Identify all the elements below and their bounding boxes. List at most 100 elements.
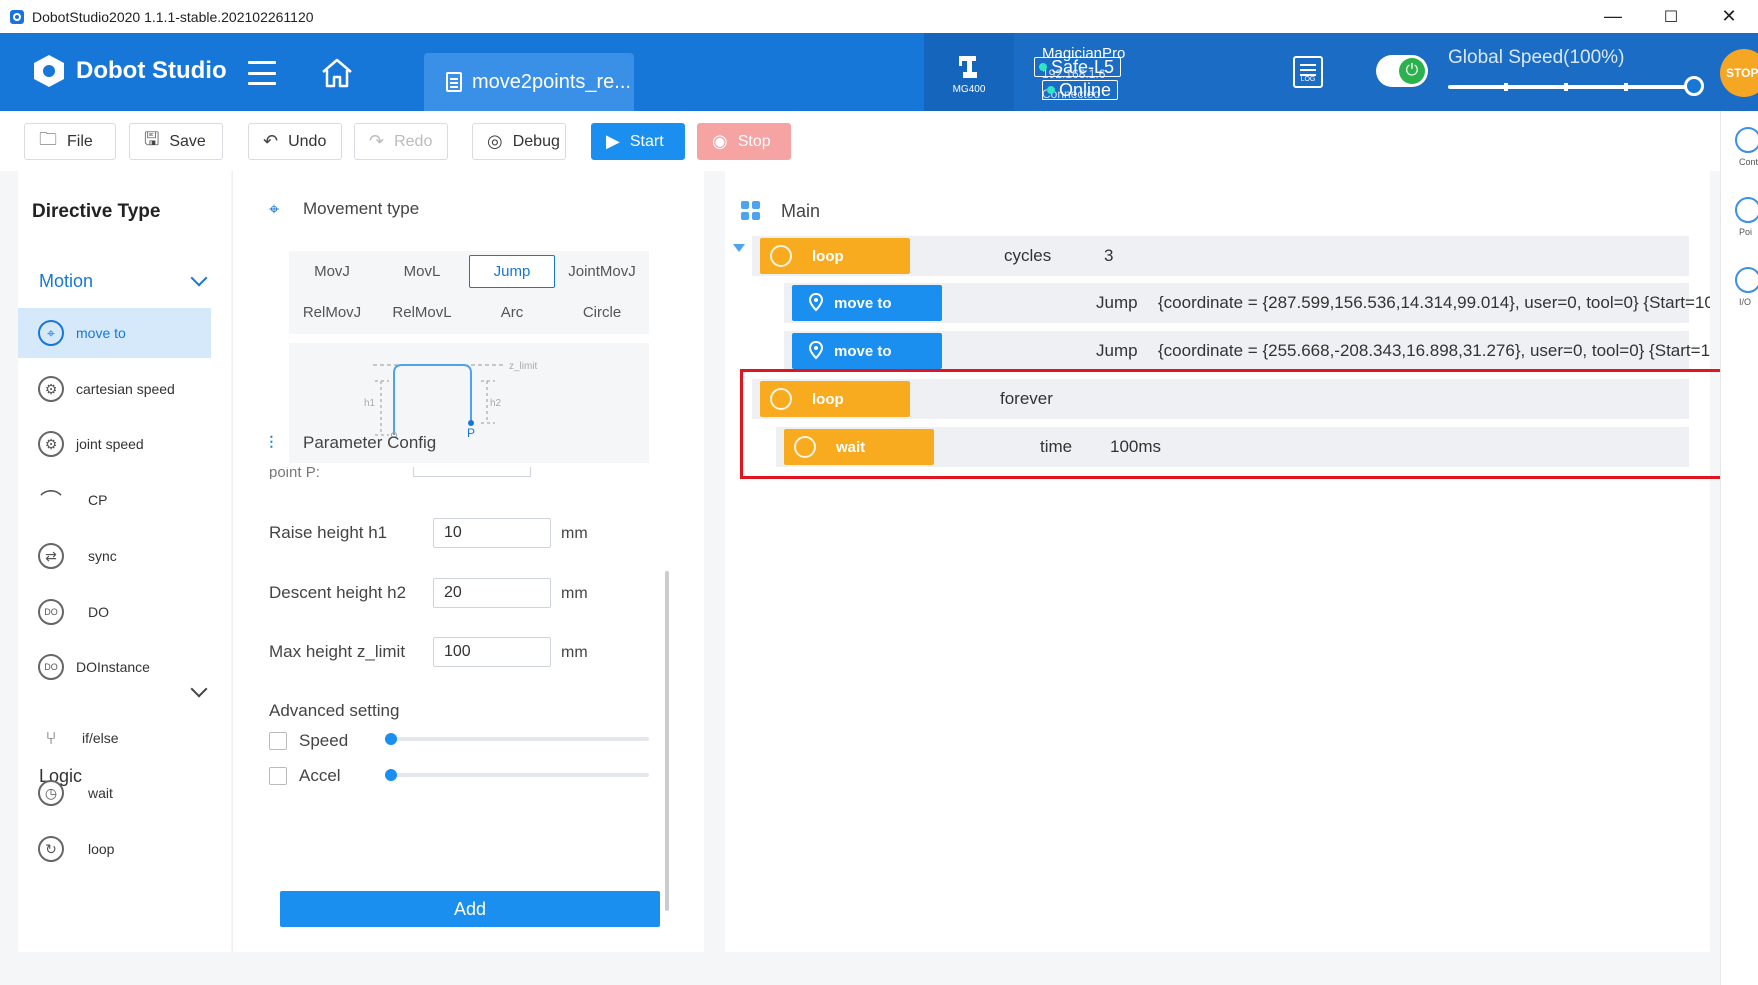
- control-panel-icon[interactable]: [1735, 127, 1758, 153]
- directive-doinstance[interactable]: DO DOInstance: [18, 642, 211, 692]
- directive-joint-speed[interactable]: ⚙ joint speed: [18, 419, 211, 469]
- program-block-loop[interactable]: loop cycles 3: [752, 236, 1689, 276]
- home-icon[interactable]: [320, 57, 354, 89]
- directive-do[interactable]: DO DO: [18, 587, 211, 637]
- point-label-clipped: point P:: [269, 467, 320, 479]
- directive-cartesian-speed[interactable]: ⚙ cartesian speed: [18, 364, 211, 414]
- robot-status-panel[interactable]: MG400 MagicianPro 192.168.1.6 Connected …: [924, 33, 1258, 111]
- add-button[interactable]: Add: [280, 891, 660, 927]
- wait-block-label[interactable]: wait: [784, 429, 934, 465]
- sync-icon: ⇄: [38, 543, 64, 569]
- block-param-key: Jump: [1096, 293, 1138, 312]
- movement-type-option[interactable]: JointMovJ: [559, 255, 645, 288]
- params-scrollbar[interactable]: [665, 571, 669, 911]
- chevron-down-icon[interactable]: [190, 269, 208, 287]
- descent-height-input[interactable]: 20: [433, 578, 551, 608]
- program-block-move-to[interactable]: move to Jump {coordinate = {287.599,156.…: [784, 283, 1710, 323]
- io-icon[interactable]: [1735, 267, 1758, 293]
- unit-label: mm: [561, 525, 588, 542]
- redo-icon: ↷: [369, 131, 385, 151]
- power-icon: ⏻: [1399, 58, 1425, 84]
- directive-wait[interactable]: ◷ wait: [18, 768, 211, 818]
- save-button[interactable]: 🖫 Save: [129, 123, 223, 160]
- directive-loop[interactable]: ↻ loop: [18, 824, 211, 874]
- move-to-block-label[interactable]: move to: [792, 285, 942, 321]
- points-icon[interactable]: [1735, 197, 1758, 223]
- clock-icon: ◷: [38, 780, 64, 806]
- location-pin-icon: [808, 293, 824, 312]
- movement-type-option-selected[interactable]: Jump: [469, 255, 555, 288]
- movement-type-option[interactable]: RelMovL: [379, 296, 465, 329]
- title-bar: DobotStudio2020 1.1.1-stable.20210226112…: [0, 0, 1758, 33]
- loop-icon: [770, 388, 792, 410]
- movement-type-option[interactable]: MovJ: [289, 255, 375, 288]
- speed-slider[interactable]: [385, 733, 649, 745]
- close-button[interactable]: ✕: [1700, 0, 1758, 33]
- loop-block-label[interactable]: loop: [760, 238, 910, 274]
- online-badge: Online: [1042, 80, 1119, 100]
- tab-project-label: move2points_re...: [472, 70, 631, 93]
- robot-model-box[interactable]: MG400: [924, 33, 1014, 111]
- raise-height-input[interactable]: 10: [433, 518, 551, 548]
- minimize-button[interactable]: —: [1584, 0, 1642, 33]
- online-badge-label: Online: [1059, 80, 1112, 100]
- window-title: DobotStudio2020 1.1.1-stable.20210226112…: [32, 8, 314, 25]
- movement-type-option[interactable]: MovL: [379, 255, 465, 288]
- menu-icon[interactable]: [248, 61, 276, 85]
- loop-icon: ↻: [38, 836, 64, 862]
- collapse-arrow-icon[interactable]: [733, 244, 745, 252]
- joint-speed-icon: ⚙: [38, 431, 64, 457]
- program-block-move-to[interactable]: move to Jump {coordinate = {255.668,-208…: [784, 331, 1710, 371]
- logo-text: Dobot Studio: [76, 57, 227, 84]
- robot-model: MG400: [952, 83, 986, 95]
- directive-if-else[interactable]: ⑂ if/else: [18, 713, 211, 763]
- point-input-clipped: [413, 467, 531, 477]
- accel-slider-thumb[interactable]: [385, 769, 397, 781]
- movement-type-option[interactable]: Circle: [559, 296, 645, 329]
- descent-height-label: Descent height h2: [269, 583, 407, 602]
- log-button[interactable]: LOG: [1258, 33, 1358, 111]
- program-block-loop-forever[interactable]: loop forever: [752, 379, 1689, 419]
- block-param-key: time: [1040, 437, 1073, 456]
- debug-button[interactable]: ◎ Debug: [472, 123, 566, 160]
- global-speed-slider[interactable]: [1448, 83, 1688, 91]
- save-icon: 🖫: [144, 128, 160, 149]
- directive-move-to[interactable]: ⌖ move to: [18, 308, 211, 358]
- directive-cp[interactable]: ⌒ CP: [18, 475, 211, 525]
- branch-icon: ⑂: [45, 727, 57, 748]
- move-to-block-label[interactable]: move to: [792, 333, 942, 369]
- speed-checkbox[interactable]: [269, 732, 287, 750]
- undo-button[interactable]: ↶ Undo: [248, 123, 342, 160]
- movement-type-grid: MovJ MovL Jump JointMovJ RelMovJ RelMovL…: [289, 251, 649, 334]
- power-toggle[interactable]: ⏻: [1376, 55, 1428, 87]
- tab-project[interactable]: move2points_re...: [424, 53, 634, 111]
- redo-button[interactable]: ↷ Redo: [354, 123, 448, 160]
- robot-arm-icon: [959, 55, 977, 78]
- safety-badge: Safe-L5: [1034, 57, 1122, 77]
- file-button[interactable]: 🗀 File: [24, 123, 116, 160]
- loop-icon: [770, 245, 792, 267]
- stop-button[interactable]: ◉ Stop: [697, 123, 791, 160]
- undo-icon: ↶: [263, 131, 279, 151]
- speed-slider-thumb[interactable]: [385, 733, 397, 745]
- max-height-input[interactable]: 100: [433, 637, 551, 667]
- play-icon: ▶: [606, 131, 620, 151]
- maximize-button[interactable]: ☐: [1642, 0, 1700, 33]
- category-motion[interactable]: Motion: [39, 271, 93, 292]
- movement-type-option[interactable]: RelMovJ: [289, 296, 375, 329]
- program-panel: Main loop cycles 3 move to Jump {coordin…: [725, 171, 1710, 952]
- directive-sync[interactable]: ⇄ sync: [18, 531, 211, 581]
- speed-label: Speed: [299, 731, 349, 750]
- program-block-wait[interactable]: wait time 100ms: [776, 427, 1689, 467]
- loop-block-label[interactable]: loop: [760, 381, 910, 417]
- start-button[interactable]: ▶ Start: [591, 123, 685, 160]
- document-icon: [446, 72, 462, 92]
- accel-checkbox[interactable]: [269, 767, 287, 785]
- log-icon: LOG: [1293, 56, 1323, 88]
- curve-path-icon: ⌒: [39, 489, 62, 514]
- movement-type-option[interactable]: Arc: [469, 296, 555, 329]
- global-speed-thumb[interactable]: [1684, 76, 1704, 96]
- raise-height-label: Raise height h1: [269, 523, 388, 542]
- accel-slider[interactable]: [385, 769, 649, 781]
- directive-panel-title: Directive Type: [32, 201, 161, 222]
